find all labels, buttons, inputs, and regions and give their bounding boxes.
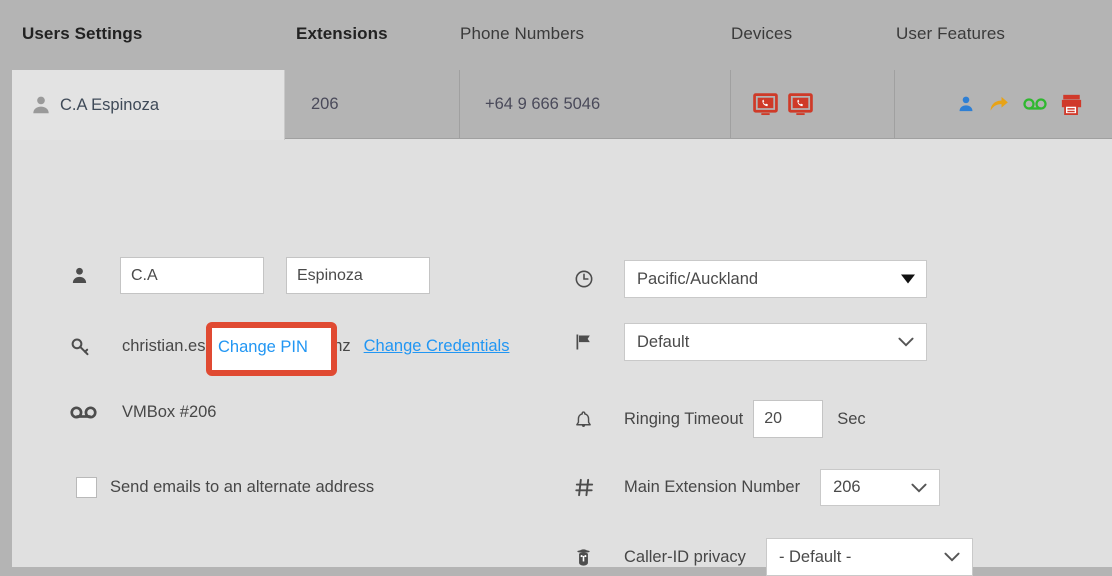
caller-id-privacy-select-wrap[interactable]: - Default - [765, 538, 973, 576]
first-name-input[interactable] [120, 257, 264, 294]
name-row [70, 257, 430, 294]
ringing-timeout-label: Ringing Timeout [624, 409, 744, 428]
language-value: Default [637, 332, 690, 351]
main-extension-select-wrap[interactable]: 206 [820, 469, 941, 506]
last-name-input[interactable] [286, 257, 430, 294]
call-forward-icon[interactable] [988, 94, 1010, 114]
nav-item-phone-numbers[interactable]: Phone Numbers [460, 24, 584, 44]
change-credentials-link[interactable]: Change Credentials [364, 337, 510, 356]
voicemail-icon [70, 405, 100, 420]
vmbox-label: VMBox #206 [122, 403, 217, 421]
user-settings-panel: C.A Espinoza 206 +64 9 666 5046 C.A Espi… [12, 70, 1112, 576]
user-icon[interactable] [957, 94, 975, 114]
caller-id-privacy-select[interactable]: - Default - [765, 538, 973, 576]
main-extension-label: Main Extension Number [624, 478, 801, 496]
desk-phone-icon[interactable] [788, 92, 813, 117]
summary-cell-user[interactable]: C.A Espinoza [12, 70, 285, 140]
summary-extension: 206 [311, 94, 339, 113]
top-navigation: Users Settings Extensions Phone Numbers … [0, 0, 1112, 70]
desk-phone-icon[interactable] [753, 92, 778, 117]
main-extension-select[interactable]: 206 [820, 469, 941, 506]
main-extension-row: Main Extension Number 206 [574, 469, 941, 506]
summary-cell-extension[interactable]: 206 [285, 70, 460, 139]
key-icon [70, 336, 100, 357]
timezone-row: Pacific/Auckland [574, 260, 927, 298]
summary-cell-features[interactable] [895, 70, 1112, 139]
summary-phone-number: +64 9 666 5046 [485, 94, 601, 113]
timezone-select[interactable]: Pacific/Auckland [624, 260, 927, 298]
alternate-email-label: Send emails to an alternate address [110, 478, 375, 496]
ringing-timeout-input[interactable] [753, 400, 824, 438]
avatar-icon [33, 96, 49, 114]
timezone-select-wrap[interactable]: Pacific/Auckland [624, 260, 927, 298]
nav-item-user-features[interactable]: User Features [896, 24, 1005, 44]
language-select-wrap[interactable]: Default [624, 323, 927, 361]
fax-icon[interactable] [1060, 93, 1083, 115]
chevron-down-icon [901, 274, 915, 284]
bell-icon [574, 409, 604, 430]
device-icon-group [753, 92, 813, 117]
nav-item-users-settings[interactable]: Users Settings [22, 24, 142, 44]
voicemail-icon[interactable] [1023, 96, 1047, 112]
change-pin-link[interactable]: Change PIN [218, 338, 308, 357]
caller-id-privacy-row: Caller-ID privacy - Default - [574, 538, 973, 576]
summary-user-name: C.A Espinoza [60, 95, 160, 114]
person-icon [70, 266, 100, 285]
incognito-icon [574, 547, 604, 568]
summary-cell-devices[interactable] [731, 70, 895, 139]
language-select[interactable]: Default [624, 323, 927, 361]
flag-icon [574, 332, 604, 352]
language-row: Default [574, 323, 927, 361]
ringing-timeout-unit: Sec [837, 409, 866, 428]
user-summary-row: C.A Espinoza 206 +64 9 666 5046 [12, 70, 1112, 140]
hash-icon [574, 477, 604, 498]
voicemail-row: VMBox #206 [70, 403, 216, 422]
settings-form: christian.espinoza@voyager.nz Change Cre… [12, 140, 1112, 576]
nav-item-devices[interactable]: Devices [731, 24, 792, 44]
caller-id-privacy-value: - Default - [778, 547, 852, 566]
feature-icon-group [957, 93, 1083, 115]
alternate-email-row: Send emails to an alternate address [70, 477, 374, 498]
caller-id-privacy-label: Caller-ID privacy [624, 547, 746, 566]
clock-icon [574, 269, 604, 289]
alternate-email-checkbox[interactable] [76, 477, 97, 498]
summary-cell-phone-number[interactable]: +64 9 666 5046 [460, 70, 731, 139]
main-extension-value: 206 [833, 478, 861, 496]
timezone-value: Pacific/Auckland [637, 269, 759, 288]
nav-item-extensions[interactable]: Extensions [296, 24, 388, 44]
ringing-timeout-row: Ringing Timeout Sec [574, 400, 866, 438]
